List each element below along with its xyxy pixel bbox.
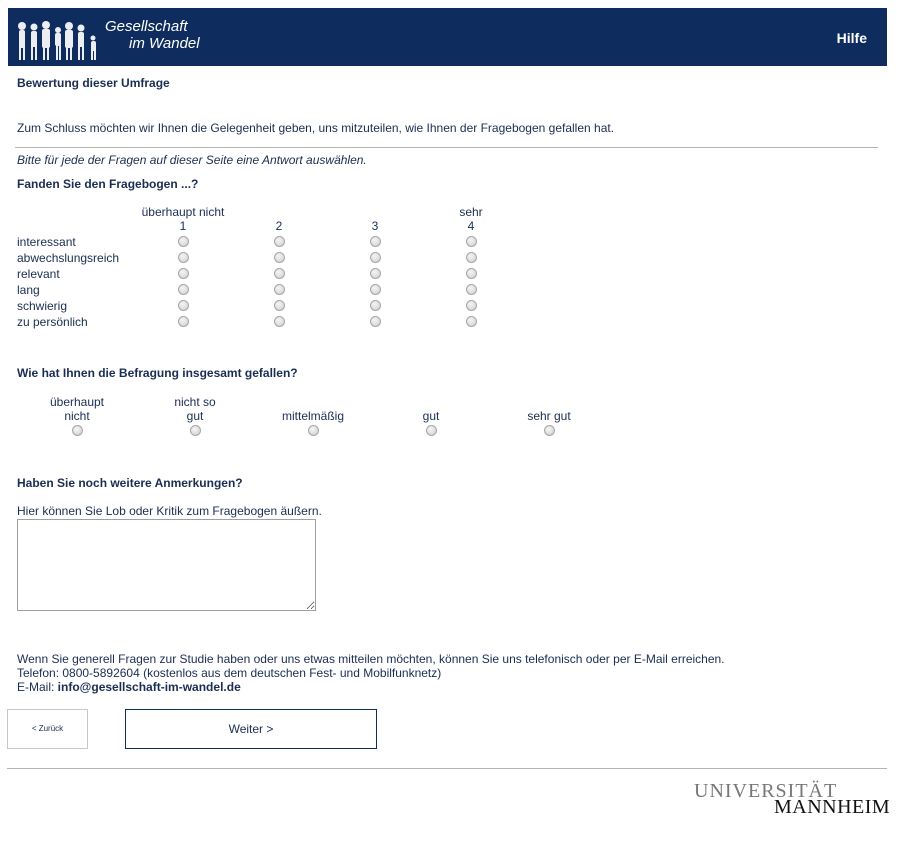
matrix-radio[interactable] [370,236,381,247]
scale-value: 3 [371,219,379,233]
matrix-row-label: interessant [17,235,76,249]
matrix-radio[interactable] [178,316,189,327]
matrix-radio[interactable] [466,284,477,295]
matrix-radio[interactable] [466,300,477,311]
matrix-row-label: relevant [17,267,60,281]
matrix-radio[interactable] [178,236,189,247]
scale-value: 4 [467,219,475,233]
overall-rating-radio[interactable] [544,425,555,436]
contact-block: Wenn Sie generell Fragen zur Studie habe… [17,652,725,694]
matrix-radio[interactable] [274,268,285,279]
remarks-textarea[interactable] [17,519,316,611]
people-silhouette-logo-icon [18,21,96,60]
matrix-radio[interactable] [370,268,381,279]
option-label-line-2: sehr gut [527,409,571,423]
matrix-radio[interactable] [178,252,189,263]
contact-line-2: Telefon: 0800-5892604 (kostenlos aus dem… [17,666,442,680]
scale-low-label: überhaupt nicht [141,205,225,219]
option-label-line-1: nicht so [174,395,216,409]
matrix-radio[interactable] [370,316,381,327]
contact-line-1: Wenn Sie generell Fragen zur Studie habe… [17,652,725,666]
matrix-radio[interactable] [274,316,285,327]
matrix-radio[interactable] [466,316,477,327]
matrix-radio[interactable] [274,252,285,263]
footer-divider [7,768,887,769]
option-label-line-2: gut [186,409,204,423]
divider [15,147,878,148]
email-address: info@gesellschaft-im-wandel.de [57,680,241,694]
matrix-radio[interactable] [178,284,189,295]
q1-title: Fanden Sie den Fragebogen ...? [17,177,199,191]
matrix-radio[interactable] [274,284,285,295]
matrix-radio[interactable] [274,300,285,311]
page-title: Bewertung dieser Umfrage [17,76,170,90]
university-logo-line-2: MANNHEIM [774,796,891,818]
scale-value: 1 [179,219,187,233]
matrix-radio[interactable] [466,268,477,279]
q3-title: Haben Sie noch weitere Anmerkungen? [17,476,243,490]
matrix-row-label: zu persönlich [17,315,88,329]
logo-line-2: im Wandel [129,35,200,52]
matrix-radio[interactable] [178,300,189,311]
instruction-text: Bitte für jede der Fragen auf dieser Sei… [17,153,367,167]
matrix-radio[interactable] [370,284,381,295]
header-banner: Gesellschaft im Wandel Hilfe [8,8,887,66]
next-button[interactable]: Weiter > [125,709,377,749]
q3-hint: Hier können Sie Lob oder Kritik zum Frag… [17,504,322,518]
matrix-radio[interactable] [274,236,285,247]
matrix-radio[interactable] [178,268,189,279]
option-label-line-2: nicht [64,409,90,423]
matrix-row-label: schwierig [17,299,68,313]
matrix-radio[interactable] [370,300,381,311]
option-label-line-2: gut [422,409,440,423]
overall-rating-radio[interactable] [72,425,83,436]
intro-text: Zum Schluss möchten wir Ihnen die Gelege… [17,121,615,135]
scale-value: 2 [275,219,283,233]
scale-high-label: sehr [459,205,483,219]
matrix-row-label: abwechslungsreich [17,251,120,265]
matrix-radio[interactable] [370,252,381,263]
overall-rating-radio[interactable] [426,425,437,436]
matrix-row-label: lang [17,283,40,297]
option-label-line-1: überhaupt [49,395,105,409]
overall-rating-radio[interactable] [190,425,201,436]
option-label-line-2: mittelmäßig [281,409,344,423]
logo-line-1: Gesellschaft [105,18,188,35]
matrix-radio[interactable] [466,236,477,247]
matrix-radio[interactable] [466,252,477,263]
logo-text: Gesellschaft im Wandel [105,18,200,52]
email-label: E-Mail: [17,680,58,694]
contact-email-line: E-Mail: info@gesellschaft-im-wandel.de [17,680,725,694]
q2-title: Wie hat Ihnen die Befragung insgesamt ge… [17,366,298,380]
back-button[interactable]: < Zurück [7,709,88,749]
overall-rating-radio[interactable] [308,425,319,436]
help-link[interactable]: Hilfe [837,30,867,46]
